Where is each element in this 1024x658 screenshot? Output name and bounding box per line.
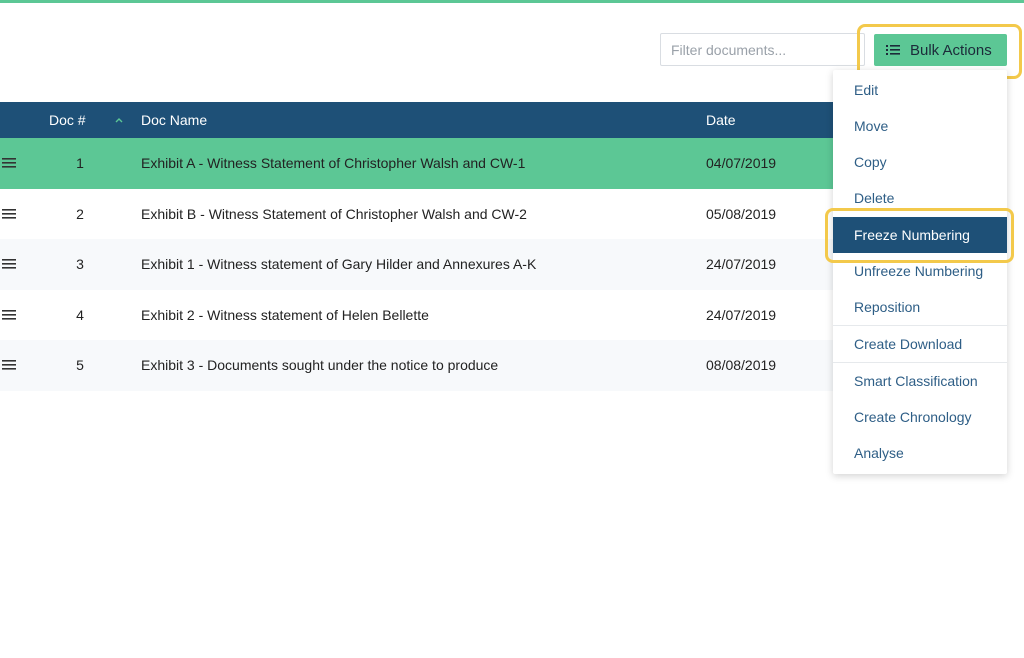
table-row[interactable]: 5 Exhibit 3 - Documents sought under the… bbox=[0, 340, 833, 391]
row-doc-name: Exhibit 1 - Witness statement of Gary Hi… bbox=[141, 256, 537, 272]
table-row[interactable]: 3 Exhibit 1 - Witness statement of Gary … bbox=[0, 239, 833, 290]
list-icon bbox=[886, 44, 900, 56]
row-doc-num: 2 bbox=[76, 205, 84, 222]
row-date: 08/08/2019 bbox=[706, 357, 777, 373]
row-doc-num: 1 bbox=[76, 155, 84, 171]
drag-handle-icon[interactable] bbox=[2, 156, 16, 172]
top-accent-bar bbox=[0, 0, 1024, 3]
table-row[interactable]: 2 Exhibit B - Witness Statement of Chris… bbox=[0, 189, 833, 240]
row-doc-name: Exhibit 3 - Documents sought under the n… bbox=[141, 357, 499, 373]
menu-item-create-download[interactable]: Create Download bbox=[833, 326, 1007, 362]
menu-item-analyse[interactable]: Analyse bbox=[833, 435, 1007, 471]
menu-item-copy[interactable]: Copy bbox=[833, 144, 1007, 180]
menu-item-edit[interactable]: Edit bbox=[833, 72, 1007, 108]
menu-item-create-chronology[interactable]: Create Chronology bbox=[833, 399, 1007, 435]
row-doc-name: Exhibit A - Witness Statement of Christo… bbox=[141, 155, 526, 171]
bulk-actions-label: Bulk Actions bbox=[910, 41, 992, 59]
drag-handle-icon[interactable] bbox=[2, 308, 16, 324]
documents-table: Doc # Doc Name Date 1 Exhibit A - Witnes… bbox=[0, 102, 833, 391]
row-date: 05/08/2019 bbox=[706, 205, 777, 222]
row-doc-name: Exhibit 2 - Witness statement of Helen B… bbox=[141, 306, 429, 323]
row-doc-num: 4 bbox=[76, 306, 84, 323]
drag-handle-icon[interactable] bbox=[2, 358, 16, 374]
bulk-actions-menu: Edit Move Copy Delete Freeze Numbering U… bbox=[833, 70, 1007, 474]
table-row[interactable]: 1 Exhibit A - Witness Statement of Chris… bbox=[0, 138, 833, 189]
row-date: 04/07/2019 bbox=[706, 155, 777, 171]
document-list-page: Bulk Actions Doc # Doc Name Date 1 Exhib… bbox=[0, 0, 1024, 658]
menu-item-reposition[interactable]: Reposition bbox=[833, 289, 1007, 325]
row-doc-name: Exhibit B - Witness Statement of Christo… bbox=[141, 205, 527, 222]
bulk-actions-button[interactable]: Bulk Actions bbox=[874, 34, 1007, 66]
row-date: 24/07/2019 bbox=[706, 306, 777, 323]
column-header-doc-num[interactable]: Doc # bbox=[49, 102, 86, 138]
table-header: Doc # Doc Name Date bbox=[0, 102, 833, 138]
drag-handle-icon[interactable] bbox=[2, 207, 16, 223]
menu-item-delete[interactable]: Delete bbox=[833, 180, 1007, 216]
column-header-date[interactable]: Date bbox=[706, 102, 736, 138]
menu-item-smart-classification[interactable]: Smart Classification bbox=[833, 363, 1007, 399]
filter-documents-input[interactable] bbox=[660, 33, 865, 66]
row-doc-num: 3 bbox=[76, 256, 84, 272]
row-doc-num: 5 bbox=[76, 357, 84, 373]
row-date: 24/07/2019 bbox=[706, 256, 777, 272]
drag-handle-icon[interactable] bbox=[2, 257, 16, 273]
menu-item-unfreeze-numbering[interactable]: Unfreeze Numbering bbox=[833, 253, 1007, 289]
chevron-up-icon[interactable] bbox=[114, 102, 124, 138]
column-header-doc-name[interactable]: Doc Name bbox=[141, 102, 207, 138]
table-row[interactable]: 4 Exhibit 2 - Witness statement of Helen… bbox=[0, 290, 833, 341]
menu-item-move[interactable]: Move bbox=[833, 108, 1007, 144]
menu-item-freeze-numbering[interactable]: Freeze Numbering bbox=[833, 217, 1007, 253]
